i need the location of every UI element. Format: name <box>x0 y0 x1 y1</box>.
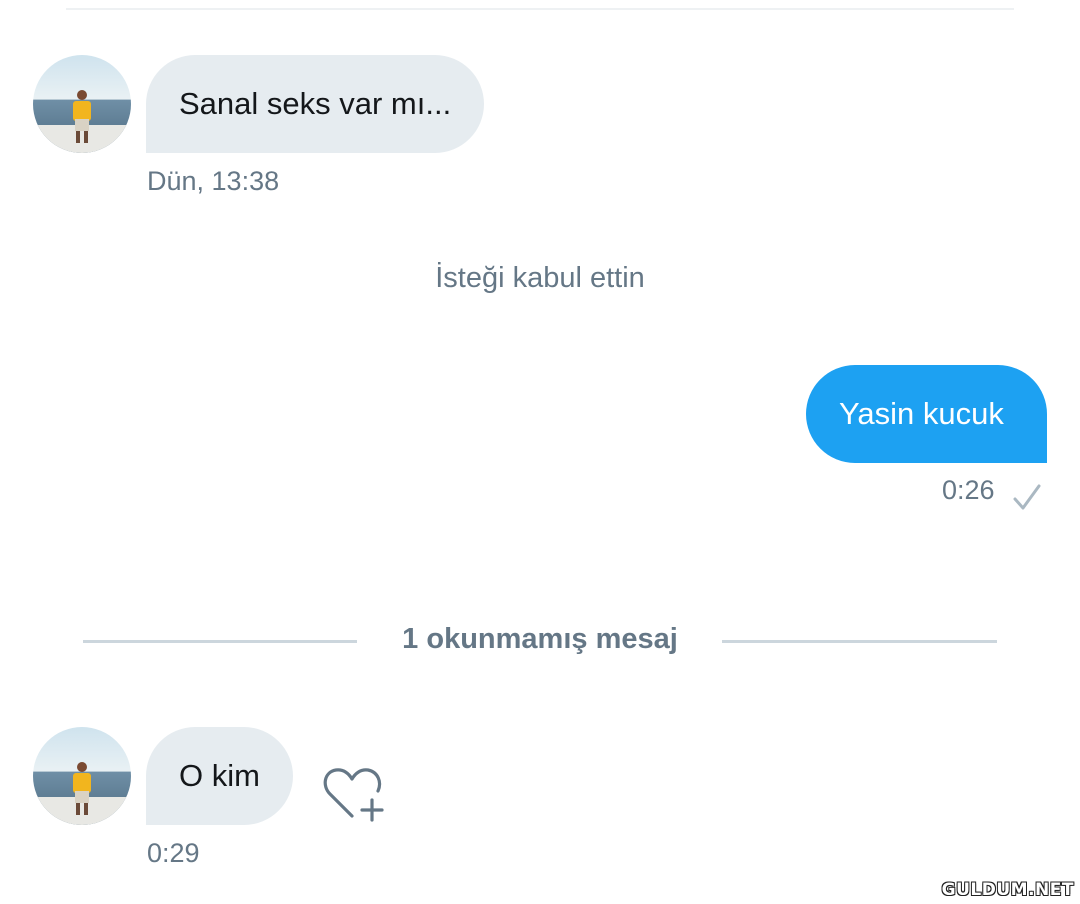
sender-avatar[interactable] <box>33 727 131 825</box>
message-timestamp: Dün, 13:38 <box>147 166 280 196</box>
sender-avatar[interactable] <box>33 55 131 153</box>
message-text: Yasin kucuk <box>839 396 1004 431</box>
watermark: GULDUM.NET <box>941 880 1074 900</box>
message-bubble-incoming[interactable]: O kim <box>146 727 293 825</box>
top-divider <box>66 8 1014 10</box>
message-text: O kim <box>179 758 260 793</box>
message-timestamp: 0:26 <box>942 475 995 505</box>
check-icon <box>1012 482 1042 517</box>
message-text: Sanal seks var mı... <box>179 86 452 121</box>
message-timestamp: 0:29 <box>147 838 200 868</box>
message-bubble-incoming[interactable]: Sanal seks var mı... <box>146 55 485 153</box>
unread-divider-line-right <box>722 640 997 643</box>
avatar-photo <box>33 55 131 153</box>
message-bubble-outgoing[interactable]: Yasin kucuk <box>806 365 1047 463</box>
avatar-photo <box>33 727 131 825</box>
heart-add-icon[interactable] <box>320 764 388 829</box>
request-accepted-note: İsteği kabul ettin <box>435 262 645 294</box>
